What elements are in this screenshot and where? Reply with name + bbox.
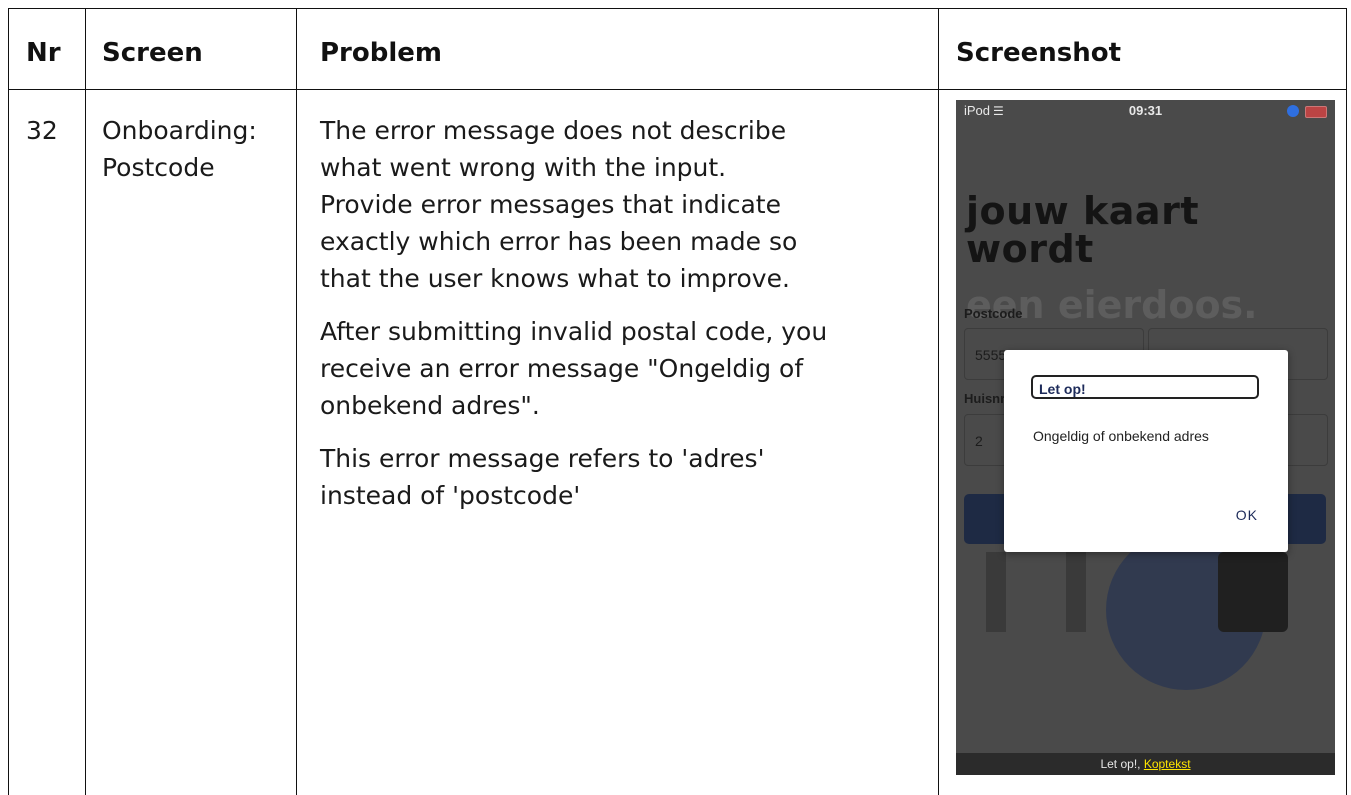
battery-icon xyxy=(1305,106,1327,118)
header-problem: Problem xyxy=(320,38,442,68)
problem-paragraph-2: After submitting invalid postal code, yo… xyxy=(320,317,828,420)
alert-dialog: Let op! Ongeldig of onbekend adres OK xyxy=(1004,350,1288,552)
header-screenshot: Screenshot xyxy=(956,38,1122,68)
header-nr: Nr xyxy=(26,38,61,68)
table-top-border xyxy=(8,8,1347,9)
dialog-ok-button[interactable]: OK xyxy=(1236,507,1258,523)
problem-paragraph-1: The error message does not describe what… xyxy=(320,116,798,293)
header-divider xyxy=(8,89,1347,90)
status-bar: iPod ☰ 09:31 xyxy=(956,100,1335,122)
col-divider-3 xyxy=(938,8,939,795)
status-time: 09:31 xyxy=(1128,103,1163,118)
dialog-title: Let op! xyxy=(1031,375,1259,399)
bottom-caption: Let op!, Koptekst xyxy=(956,753,1335,775)
table-right-border xyxy=(1346,8,1347,795)
postcode-label: Postcode xyxy=(964,306,1023,321)
col-divider-2 xyxy=(296,8,297,795)
dialog-message: Ongeldig of onbekend adres xyxy=(1033,428,1209,444)
illustration-bag xyxy=(1218,552,1288,632)
row-problem: The error message does not describe what… xyxy=(320,112,930,530)
row-screen: Onboarding: Postcode xyxy=(102,116,257,182)
row-nr: 32 xyxy=(26,116,58,145)
onboarding-headline: jouw kaart wordt xyxy=(966,192,1199,268)
table-left-border xyxy=(8,8,9,795)
headline-line-2: wordt xyxy=(966,227,1094,271)
illustration-person-center xyxy=(1066,552,1086,632)
microphone-icon xyxy=(1287,105,1299,117)
headline-line-1: jouw kaart xyxy=(966,189,1199,233)
illustration-person-left xyxy=(986,552,1006,632)
header-screen: Screen xyxy=(102,38,203,68)
col-divider-1 xyxy=(85,8,86,795)
problem-paragraph-3: This error message refers to 'adres' ins… xyxy=(320,444,765,510)
huisnummer-label: Huisnr xyxy=(964,391,1006,406)
koptekst-link[interactable]: Koptekst xyxy=(1144,757,1191,771)
